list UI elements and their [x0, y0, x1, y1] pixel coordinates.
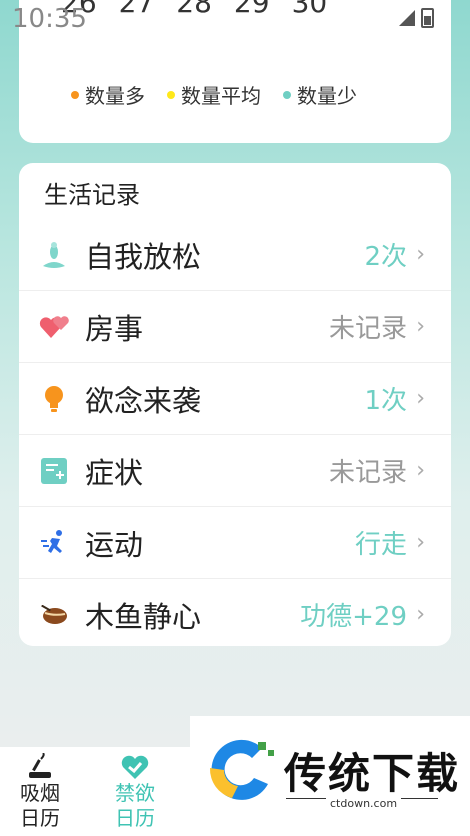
nav-smoking-calendar[interactable]: 吸烟 日历 — [0, 747, 80, 831]
chevron-right-icon: › — [416, 386, 425, 411]
record-label: 木鱼静心 — [85, 599, 202, 634]
calendar-legend: 数量多 数量平均 数量少 — [71, 80, 357, 109]
record-value: 2次 — [364, 242, 407, 272]
signal-icon — [399, 10, 415, 26]
legend-label: 数量多 — [85, 84, 145, 108]
calendar-dates: 26 27 28 29 30 — [61, 0, 327, 19]
nav-abstinence-calendar[interactable]: 禁欲 日历 — [95, 747, 175, 831]
date-cell[interactable]: 29 — [234, 0, 270, 19]
meditation-icon — [39, 240, 69, 270]
legend-label: 数量平均 — [181, 84, 261, 108]
note-add-icon — [39, 456, 69, 486]
legend-item-average: 数量平均 — [167, 80, 261, 109]
nav-label: 禁欲 — [115, 781, 155, 805]
watermark-logo-icon — [209, 739, 274, 800]
record-label: 运动 — [85, 527, 144, 562]
life-record-card: 生活记录 自我放松 2次 › 房事 未记录 › 欲念来袭 1次 › 症状 未记录… — [19, 163, 451, 646]
record-row-urge[interactable]: 欲念来袭 1次 › — [19, 363, 451, 435]
record-label: 自我放松 — [85, 239, 202, 274]
watermark-url: ctdown.com — [326, 797, 402, 810]
status-time: 10:35 — [12, 4, 87, 34]
hearts-icon — [39, 312, 69, 342]
legend-dot-teal — [283, 90, 291, 99]
record-row-sex[interactable]: 房事 未记录 › — [19, 291, 451, 363]
date-cell[interactable]: 27 — [119, 0, 155, 19]
record-label: 症状 — [85, 455, 144, 490]
record-row-exercise[interactable]: 运动 行走 › — [19, 507, 451, 579]
lightbulb-icon — [39, 384, 69, 414]
life-record-title: 生活记录 — [44, 181, 140, 209]
record-value: 未记录 — [328, 458, 407, 488]
cigarette-icon — [0, 747, 80, 781]
nav-label: 吸烟 — [20, 781, 60, 805]
wooden-fish-icon — [39, 600, 69, 630]
legend-label: 数量少 — [297, 84, 357, 108]
chevron-right-icon: › — [416, 458, 425, 483]
battery-icon — [421, 8, 434, 28]
date-cell[interactable]: 28 — [176, 0, 212, 19]
watermark-text: 传统下载 — [284, 749, 461, 798]
chevron-right-icon: › — [416, 602, 425, 627]
record-label: 房事 — [85, 311, 144, 346]
legend-item-many: 数量多 — [71, 80, 145, 109]
status-icons — [399, 8, 434, 28]
watermark: 传统下载 ctdown.com — [190, 716, 470, 836]
nav-label: 日历 — [20, 806, 60, 830]
chevron-right-icon: › — [416, 530, 425, 555]
record-value: 1次 — [364, 386, 407, 416]
record-value: 未记录 — [328, 314, 407, 344]
running-icon — [39, 528, 69, 558]
bottom-nav: 吸烟 日历 禁欲 日历 — [0, 747, 190, 836]
record-value: 功德+29 — [300, 602, 407, 632]
chevron-right-icon: › — [416, 314, 425, 339]
legend-dot-yellow — [167, 90, 175, 99]
record-label: 欲念来袭 — [85, 383, 202, 418]
legend-dot-orange — [71, 90, 79, 99]
record-value: 行走 — [354, 530, 407, 560]
nav-label: 日历 — [115, 806, 155, 830]
date-cell[interactable]: 30 — [292, 0, 328, 19]
record-row-symptom[interactable]: 症状 未记录 › — [19, 435, 451, 507]
chevron-right-icon: › — [416, 242, 425, 267]
record-row-woodenfish[interactable]: 木鱼静心 功德+29 › — [19, 579, 451, 650]
heart-check-icon — [95, 747, 175, 781]
record-row-relax[interactable]: 自我放松 2次 › — [19, 219, 451, 291]
legend-item-few: 数量少 — [283, 80, 357, 109]
